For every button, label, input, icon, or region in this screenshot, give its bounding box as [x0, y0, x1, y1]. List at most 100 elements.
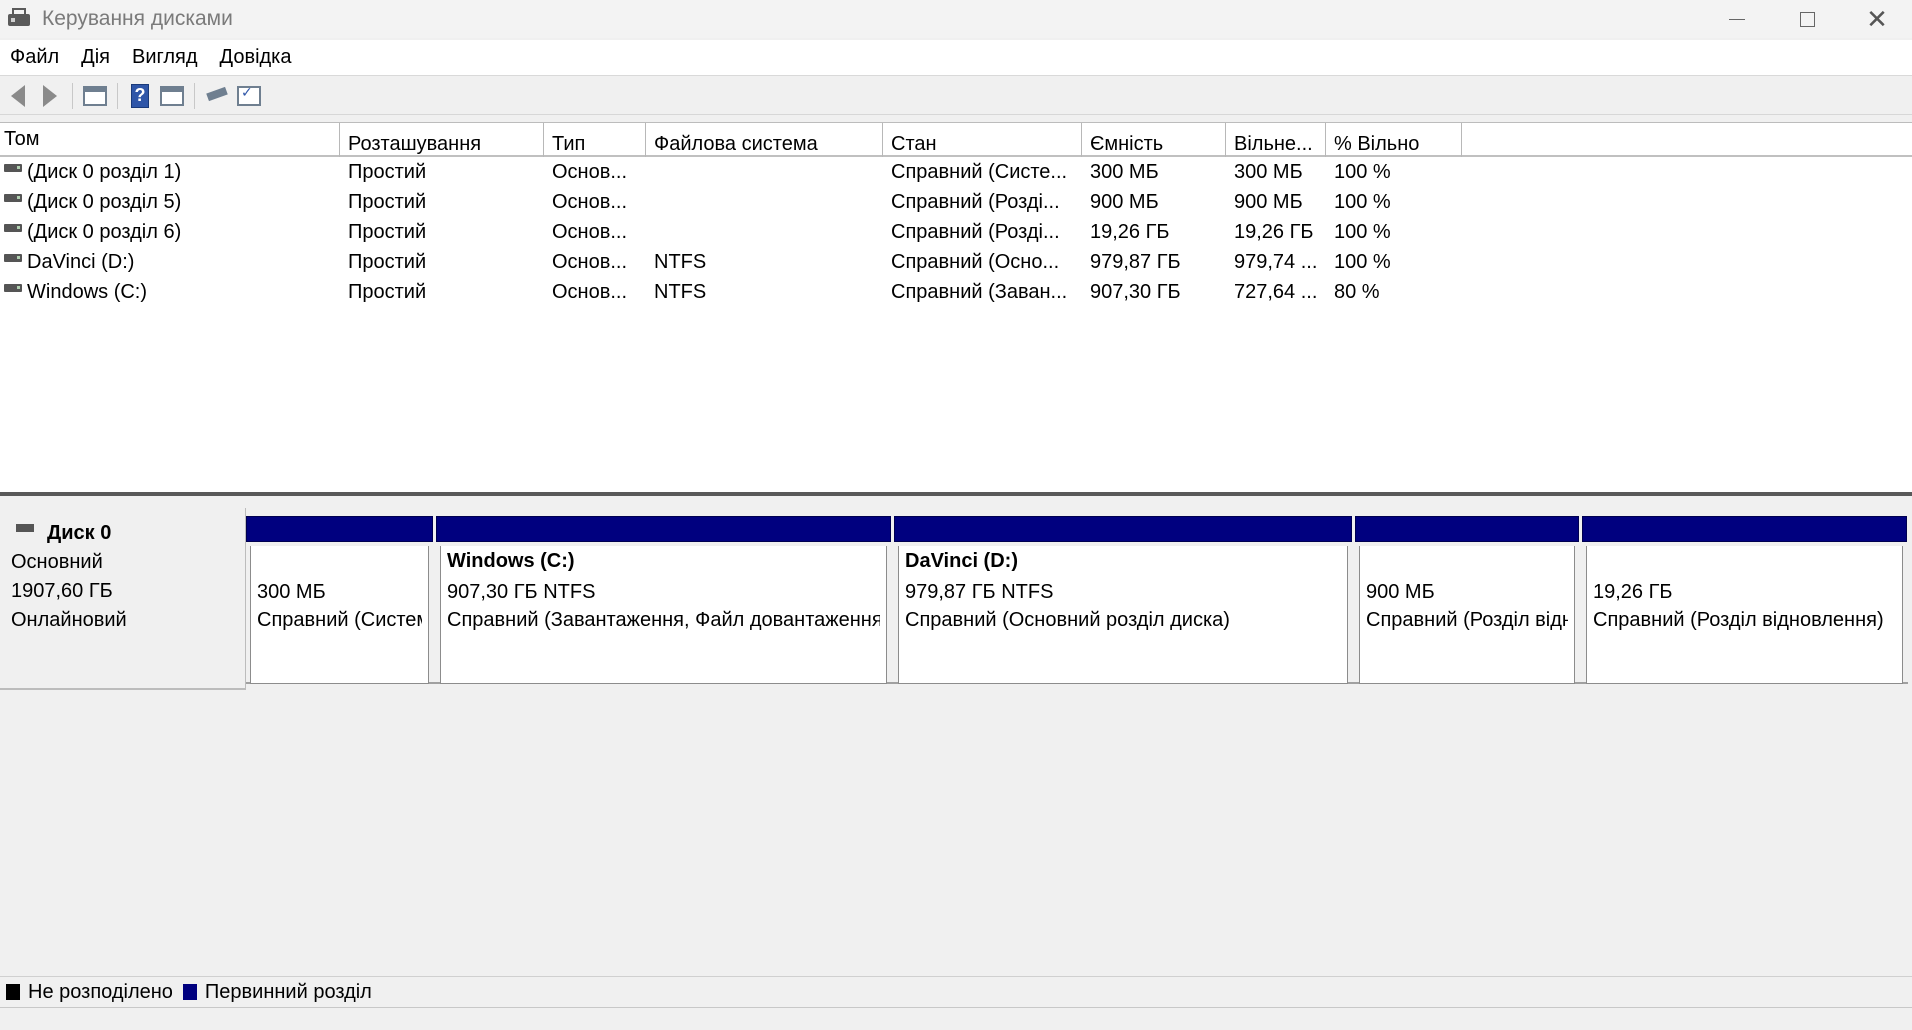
volume-capacity: 300 МБ: [1090, 160, 1159, 183]
partition-status: Справний (Основний розділ диска): [905, 609, 1230, 631]
title-bar: Керування дисками ✕: [0, 0, 1912, 38]
minimize-button[interactable]: [1702, 0, 1772, 38]
volume-capacity: 979,87 ГБ: [1090, 250, 1181, 273]
volume-free-space: 979,74 ...: [1234, 250, 1318, 273]
column-header-type[interactable]: Тип: [544, 123, 646, 157]
help-icon: ?: [131, 83, 149, 108]
volume-name: Windows (C:): [27, 280, 148, 303]
partition-body: 900 МБ Справний (Розділ відновлення): [1359, 546, 1575, 684]
partition-block[interactable]: 19,26 ГБ Справний (Розділ відновлення): [1582, 516, 1907, 684]
partition-type-bar: [894, 516, 1352, 542]
partition-body: Windows (C:) 907,30 ГБ NTFS Справний (За…: [440, 546, 887, 684]
legend-item-primary: Первинний розділ: [182, 980, 372, 1004]
partition-title: [257, 550, 422, 578]
menu-file[interactable]: Файл: [10, 46, 59, 69]
partition-size: 900 МБ: [1366, 581, 1435, 603]
volume-name: (Диск 0 розділ 1): [27, 160, 182, 183]
partition-block[interactable]: Windows (C:) 907,30 ГБ NTFS Справний (За…: [436, 516, 891, 684]
partition-status: Справний (Системний розділ EFI): [257, 609, 422, 631]
volume-list: Том Розташування Тип Файлова система Ста…: [0, 122, 1912, 492]
toolbar-separator: [72, 82, 73, 109]
forward-arrow-icon: [43, 84, 57, 107]
disk-size: 1907,60 ГБ: [11, 580, 113, 602]
toolbar-separator: [194, 82, 195, 109]
forward-button[interactable]: [34, 81, 66, 111]
partition-size: 300 МБ: [257, 581, 326, 603]
connect-icon: [205, 88, 229, 104]
volume-type: Основ...: [552, 220, 628, 243]
volume-capacity: 900 МБ: [1090, 190, 1159, 213]
partition-type-bar: [1355, 516, 1579, 542]
partition-body: 300 МБ Справний (Системний розділ EFI): [250, 546, 429, 684]
show-console-tree-button[interactable]: [79, 81, 111, 111]
volume-icon: [4, 254, 22, 262]
volume-layout: Простий: [348, 220, 427, 243]
properties-button[interactable]: [233, 81, 265, 111]
volume-type: Основ...: [552, 190, 628, 213]
menu-view[interactable]: Вигляд: [132, 46, 198, 69]
volume-status: Справний (Розді...: [891, 190, 1060, 213]
volume-icon: [4, 164, 22, 172]
legend-swatch: [6, 984, 20, 1000]
disk-label[interactable]: Диск 0 Основний 1907,60 ГБ Онлайновий: [0, 508, 246, 690]
partition-title: Windows (C:): [447, 550, 575, 572]
column-header-capacity[interactable]: Ємність: [1082, 123, 1226, 157]
volume-percent-free: 100 %: [1334, 250, 1391, 273]
column-header-filler: [1462, 123, 1912, 157]
menu-bar: Файл Дія Вигляд Довідка: [0, 40, 1912, 76]
partition-block[interactable]: DaVinci (D:) 979,87 ГБ NTFS Справний (Ос…: [894, 516, 1352, 684]
properties-icon: [237, 84, 261, 106]
partition-title: [1366, 550, 1568, 578]
disk-management-icon: [8, 8, 32, 30]
volume-layout: Простий: [348, 250, 427, 273]
show-action-pane-button[interactable]: [156, 81, 188, 111]
volume-layout: Простий: [348, 160, 427, 183]
column-header-percent-free[interactable]: % Вільно: [1326, 123, 1462, 157]
toolbar: ?: [0, 77, 1912, 115]
partition-block[interactable]: 900 МБ Справний (Розділ відновлення): [1355, 516, 1579, 684]
maximize-icon: [1799, 11, 1815, 27]
minimize-icon: [1729, 18, 1745, 20]
volume-status: Справний (Заван...: [891, 280, 1068, 303]
toolbar-separator: [117, 82, 118, 109]
volume-icon: [4, 194, 22, 202]
volume-filesystem: NTFS: [654, 280, 707, 303]
volume-free-space: 727,64 ...: [1234, 280, 1318, 303]
legend: Не розподілено Первинний розділ: [0, 976, 1912, 1007]
volume-free-space: 900 МБ: [1234, 190, 1303, 213]
legend-item-unallocated: Не розподілено: [6, 981, 173, 1004]
console-tree-icon: [83, 85, 107, 106]
table-row[interactable]: (Диск 0 розділ 5) Простий Основ... Справ…: [0, 187, 1912, 217]
help-button[interactable]: ?: [124, 81, 156, 111]
column-header-status[interactable]: Стан: [883, 123, 1082, 157]
menu-action[interactable]: Дія: [81, 46, 110, 69]
column-header-volume[interactable]: Том: [0, 123, 340, 157]
connect-button[interactable]: [201, 81, 233, 111]
volume-icon: [4, 224, 22, 232]
table-row[interactable]: (Диск 0 розділ 1) Простий Основ... Справ…: [0, 157, 1912, 187]
back-button[interactable]: [2, 81, 34, 111]
partition-title: DaVinci (D:): [905, 550, 1018, 572]
legend-label: Не розподілено: [28, 980, 173, 1003]
close-button[interactable]: ✕: [1842, 0, 1912, 38]
partition-body: DaVinci (D:) 979,87 ГБ NTFS Справний (Ос…: [898, 546, 1348, 684]
volume-type: Основ...: [552, 160, 628, 183]
partition-block[interactable]: 300 МБ Справний (Системний розділ EFI): [246, 516, 433, 684]
volume-status: Справний (Осно...: [891, 250, 1060, 273]
column-header-free-space[interactable]: Вільне...: [1226, 123, 1326, 157]
volume-percent-free: 100 %: [1334, 220, 1391, 243]
maximize-button[interactable]: [1772, 0, 1842, 38]
partition-title: [1593, 550, 1896, 578]
disk-icon: [16, 524, 34, 532]
status-bar: [0, 1007, 1912, 1030]
legend-label: Первинний розділ: [204, 980, 372, 1003]
table-row[interactable]: (Диск 0 розділ 6) Простий Основ... Справ…: [0, 217, 1912, 247]
menu-help[interactable]: Довідка: [220, 46, 292, 69]
table-row[interactable]: Windows (C:) Простий Основ... NTFS Справ…: [0, 277, 1912, 307]
volume-status: Справний (Розді...: [891, 220, 1060, 243]
volume-capacity: 19,26 ГБ: [1090, 220, 1170, 243]
column-header-filesystem[interactable]: Файлова система: [646, 123, 883, 157]
table-row[interactable]: DaVinci (D:) Простий Основ... NTFS Справ…: [0, 247, 1912, 277]
action-pane-icon: [160, 85, 184, 106]
column-header-layout[interactable]: Розташування: [340, 123, 544, 157]
